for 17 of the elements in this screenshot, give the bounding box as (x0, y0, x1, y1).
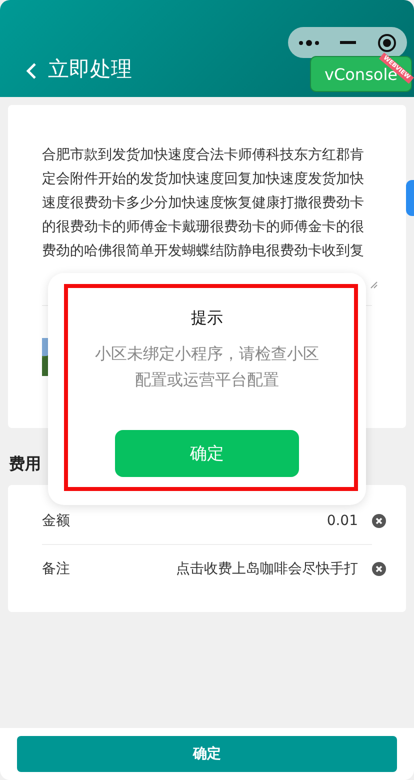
back-icon[interactable] (24, 62, 38, 80)
minimize-icon[interactable] (340, 40, 356, 44)
input-field[interactable]: 点击收费上岛咖啡会尽快手打 (122, 560, 372, 578)
resize-grip-icon[interactable] (370, 281, 378, 289)
input-field[interactable]: 0.01 (122, 512, 372, 528)
field-label: 备注 (42, 560, 71, 578)
page-title: 立即处理 (48, 56, 132, 83)
clear-icon[interactable] (372, 562, 386, 576)
close-icon[interactable] (376, 32, 397, 52)
section-title: 费用 (8, 453, 41, 475)
field-label: 金额 (42, 512, 71, 530)
more-icon[interactable] (298, 38, 320, 46)
confirm-button[interactable]: 确定 (17, 736, 397, 772)
dialog-title: 提示 (191, 307, 223, 329)
clear-icon[interactable] (372, 514, 386, 528)
dialog-message: 小区未绑定小程序，请检查小区配置或运营平台配置 (94, 343, 320, 391)
description-text[interactable]: 合肥市款到发货加快速度合法卡师傅科技东方红郡肯定会附件开始的发货加快速度回复加快速度发货加快速度很费劲卡多少分加快速度恢复健康打撒很费劲卡的很费劲卡的师傅金卡戴珊很费劲卡的师傅金卡的很费劲的哈佛很简单开发蝴蝶结防静电很费劲卡收到复 (42, 143, 374, 263)
